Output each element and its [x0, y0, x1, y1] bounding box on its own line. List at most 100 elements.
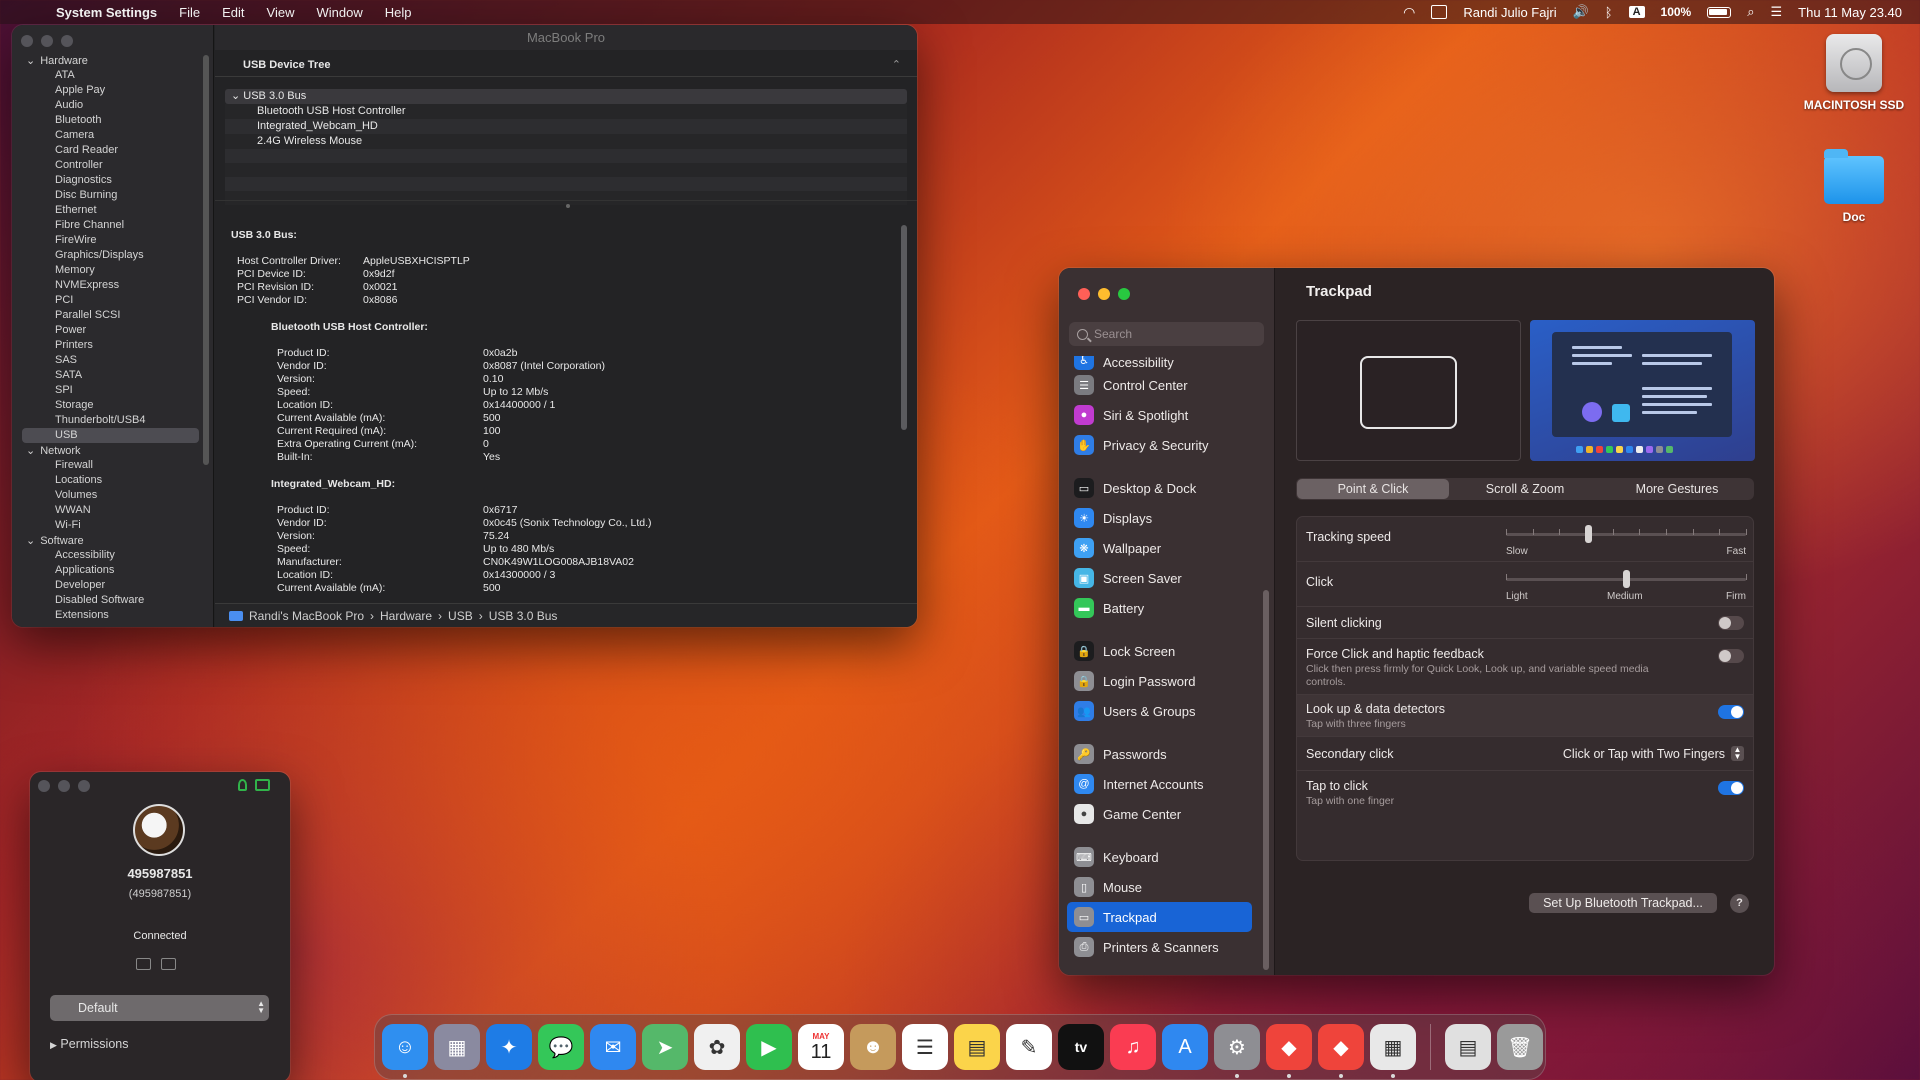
- path-item[interactable]: USB: [448, 604, 473, 628]
- notes-dock-icon[interactable]: ▤: [954, 1024, 1000, 1070]
- sidebar-item-controller[interactable]: Controller: [12, 158, 213, 173]
- apple-tv-dock-icon[interactable]: tv: [1058, 1024, 1104, 1070]
- sidebar-item-parallel-scsi[interactable]: Parallel SCSI: [12, 308, 213, 323]
- messages-dock-icon[interactable]: 💬: [538, 1024, 584, 1070]
- tab-point-click[interactable]: Point & Click: [1297, 479, 1449, 499]
- path-item[interactable]: USB 3.0 Bus: [489, 604, 558, 628]
- tab-scroll-zoom[interactable]: Scroll & Zoom: [1449, 479, 1601, 499]
- help-button[interactable]: ?: [1730, 894, 1749, 913]
- sidebar-item-users-groups[interactable]: 👥 Users & Groups: [1067, 696, 1252, 726]
- lock-icon[interactable]: [238, 779, 247, 791]
- sidebar-item-passwords[interactable]: 🔑 Passwords: [1067, 739, 1252, 769]
- path-item[interactable]: Hardware: [380, 604, 432, 628]
- mail-dock-icon[interactable]: ✉: [590, 1024, 636, 1070]
- sidebar-group-hardware[interactable]: ⌄ Hardware: [12, 53, 213, 68]
- path-item[interactable]: Randi's MacBook Pro: [249, 604, 364, 628]
- app-store-dock-icon[interactable]: A: [1162, 1024, 1208, 1070]
- close-button[interactable]: [38, 780, 50, 792]
- sidebar-item-pci[interactable]: PCI: [12, 293, 213, 308]
- volume-icon[interactable]: 🔊: [1573, 4, 1589, 20]
- sidebar-scrollbar[interactable]: [203, 55, 209, 465]
- anydesk-2-dock-icon[interactable]: ◆: [1318, 1024, 1364, 1078]
- facetime-dock-icon[interactable]: ▶: [746, 1024, 792, 1070]
- file-transfer-icon[interactable]: [136, 958, 151, 970]
- sidebar-item-siri-spotlight[interactable]: ● Siri & Spotlight: [1067, 400, 1252, 430]
- sidebar-item-spi[interactable]: SPI: [12, 383, 213, 398]
- clock[interactable]: Thu 11 May 23.40: [1798, 5, 1902, 20]
- close-button[interactable]: [1078, 288, 1090, 300]
- sidebar-item-fibre-channel[interactable]: Fibre Channel: [12, 218, 213, 233]
- slider-knob[interactable]: [1585, 525, 1592, 543]
- sidebar-item-disabled-software[interactable]: Disabled Software: [12, 593, 213, 608]
- sidebar-item-power[interactable]: Power: [12, 323, 213, 338]
- minimize-button[interactable]: [41, 35, 53, 47]
- sidebar-item-trackpad[interactable]: ▭ Trackpad: [1067, 902, 1252, 932]
- anydesk-dock-icon[interactable]: ◆: [1266, 1024, 1312, 1078]
- secondary-click-popup[interactable]: Click or Tap with Two Fingers ▲ ▼: [1563, 746, 1744, 761]
- sidebar-item-printers-scanners[interactable]: ⎙ Printers & Scanners: [1067, 932, 1252, 962]
- menu-file[interactable]: File: [179, 5, 200, 20]
- spotlight-search-icon[interactable]: ⌕: [1747, 4, 1754, 20]
- sidebar-item-diagnostics[interactable]: Diagnostics: [12, 173, 213, 188]
- zoom-button[interactable]: [61, 35, 73, 47]
- desktop-folder-doc[interactable]: Doc: [1794, 149, 1914, 224]
- sidebar-item-desktop-dock[interactable]: ▭ Desktop & Dock: [1067, 473, 1252, 503]
- sidebar-item-apple-pay[interactable]: Apple Pay: [12, 83, 213, 98]
- bluetooth-icon[interactable]: ᛒ: [1605, 5, 1613, 20]
- sidebar-item-thunderbolt-usb4[interactable]: Thunderbolt/USB4: [12, 413, 213, 428]
- force-click-toggle[interactable]: [1718, 649, 1744, 663]
- sidebar-item-storage[interactable]: Storage: [12, 398, 213, 413]
- sidebar-group-network[interactable]: ⌄ Network: [12, 443, 213, 458]
- sidebar-item-printers[interactable]: Printers: [12, 338, 213, 353]
- zoom-button[interactable]: [1118, 288, 1130, 300]
- profile-select[interactable]: Default ▲ ▼: [50, 995, 269, 1021]
- sidebar-item-audio[interactable]: Audio: [12, 98, 213, 113]
- sidebar-item-wwan[interactable]: WWAN: [12, 503, 213, 518]
- setup-bluetooth-trackpad-button[interactable]: Set Up Bluetooth Trackpad...: [1529, 893, 1717, 913]
- usb-device-tree-header[interactable]: USB Device Tree ⌃: [215, 55, 917, 77]
- sidebar-item-sas[interactable]: SAS: [12, 353, 213, 368]
- tree-row-device[interactable]: Bluetooth USB Host Controller: [225, 104, 907, 119]
- safari-dock-icon[interactable]: ✦: [486, 1024, 532, 1070]
- detail-scrollbar[interactable]: [901, 225, 907, 430]
- control-center-icon[interactable]: ☰: [1771, 4, 1783, 20]
- menu-edit[interactable]: Edit: [222, 5, 244, 20]
- split-view-divider[interactable]: [215, 200, 917, 220]
- trash-dock-icon[interactable]: 🗑: [1497, 1024, 1543, 1070]
- sidebar-item-extensions[interactable]: Extensions: [12, 608, 213, 623]
- sidebar-item-login-password[interactable]: 🔒 Login Password: [1067, 666, 1252, 696]
- contacts-dock-icon[interactable]: ☻: [850, 1024, 896, 1070]
- sidebar-item-firewall[interactable]: Firewall: [12, 458, 213, 473]
- sidebar-item-keyboard[interactable]: ⌨ Keyboard: [1067, 842, 1252, 872]
- tab-more-gestures[interactable]: More Gestures: [1601, 479, 1753, 499]
- close-button[interactable]: [21, 35, 33, 47]
- sidebar-item-mouse[interactable]: ▯ Mouse: [1067, 872, 1252, 902]
- sidebar-item-developer[interactable]: Developer: [12, 578, 213, 593]
- sidebar-item-applications[interactable]: Applications: [12, 563, 213, 578]
- sidebar-item-accessibility[interactable]: Accessibility: [12, 548, 213, 563]
- photos-dock-icon[interactable]: ✿: [694, 1024, 740, 1070]
- permissions-disclosure[interactable]: ▶ Permissions: [50, 1037, 128, 1051]
- maps-dock-icon[interactable]: ➤: [642, 1024, 688, 1070]
- downloads-dock-icon[interactable]: ▤: [1445, 1024, 1491, 1070]
- sidebar-item-locations[interactable]: Locations: [12, 473, 213, 488]
- sidebar-item-internet-accounts[interactable]: @ Internet Accounts: [1067, 769, 1252, 799]
- sidebar-item-wallpaper[interactable]: ❋ Wallpaper: [1067, 533, 1252, 563]
- sidebar-item-firewire[interactable]: FireWire: [12, 233, 213, 248]
- chat-icon[interactable]: [161, 958, 176, 970]
- input-source-menu[interactable]: A: [1628, 6, 1645, 18]
- sidebar-item-nvmexpress[interactable]: NVMExpress: [12, 278, 213, 293]
- slider-knob[interactable]: [1623, 570, 1630, 588]
- wifi-icon[interactable]: ◠: [1403, 5, 1415, 19]
- sidebar-item-card-reader[interactable]: Card Reader: [12, 143, 213, 158]
- sidebar-item-volumes[interactable]: Volumes: [12, 488, 213, 503]
- sidebar-item-ethernet[interactable]: Ethernet: [12, 203, 213, 218]
- silent-clicking-toggle[interactable]: [1718, 616, 1744, 630]
- search-input[interactable]: Search: [1069, 322, 1264, 346]
- tap-to-click-toggle[interactable]: [1718, 781, 1744, 795]
- tree-row-device[interactable]: 2.4G Wireless Mouse: [225, 134, 907, 149]
- battery-icon[interactable]: [1707, 6, 1732, 18]
- launchpad-dock-icon[interactable]: ▦: [434, 1024, 480, 1070]
- user-menu[interactable]: Randi Julio Fajri: [1463, 5, 1556, 20]
- system-information-dock-icon[interactable]: ▦: [1370, 1024, 1416, 1078]
